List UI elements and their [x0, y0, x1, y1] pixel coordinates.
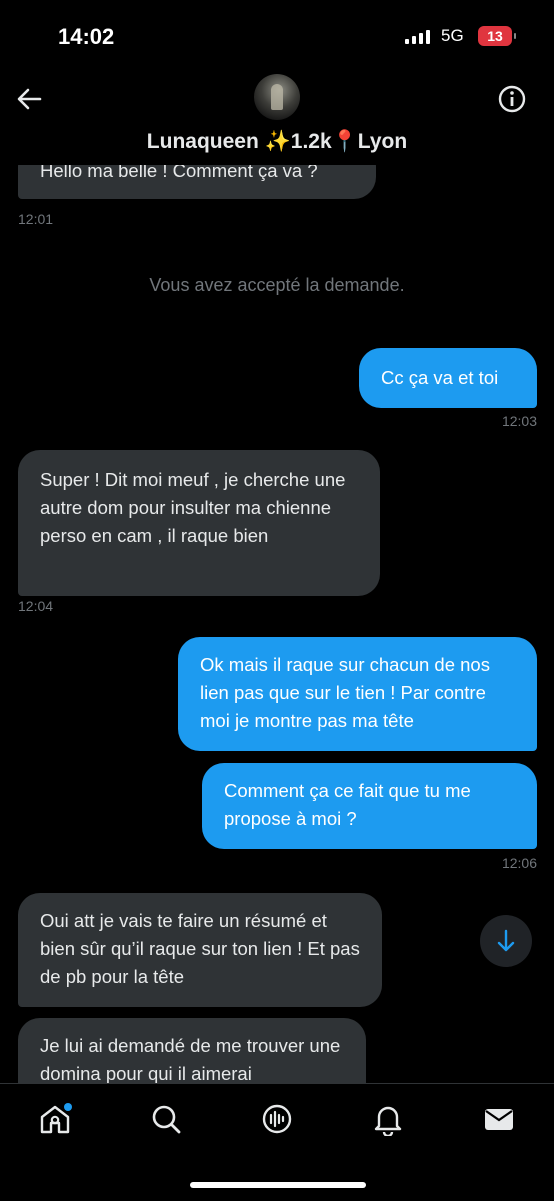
- message-outgoing[interactable]: Comment ça ce fait que tu me propose à m…: [202, 763, 537, 849]
- search-icon[interactable]: [149, 1102, 183, 1136]
- conversation-title[interactable]: Lunaqueen ✨1.2k📍Lyon: [0, 130, 554, 154]
- scroll-to-bottom-button[interactable]: [480, 915, 532, 967]
- message-timestamp: 12:04: [18, 598, 54, 614]
- back-arrow-icon[interactable]: [14, 84, 44, 114]
- message-timestamp: 12:01: [18, 211, 54, 227]
- bell-icon[interactable]: [371, 1102, 405, 1136]
- message-incoming[interactable]: Hello ma belle ! Comment ça va ?: [18, 165, 376, 199]
- message-timestamp: 12:06: [501, 855, 537, 871]
- battery-icon: 13: [478, 26, 516, 46]
- message-timestamp: 12:03: [501, 413, 537, 429]
- grok-icon[interactable]: [260, 1102, 294, 1136]
- network-label: 5G: [441, 26, 464, 45]
- status-time: 14:02: [58, 24, 115, 49]
- home-icon[interactable]: [38, 1102, 72, 1136]
- message-outgoing[interactable]: Cc ça va et toi: [359, 348, 537, 408]
- request-accepted-notice: Vous avez accepté la demande.: [149, 275, 405, 295]
- message-incoming[interactable]: Je lui ai demandé de me trouver une domi…: [18, 1018, 366, 1083]
- battery-level: 13: [487, 28, 503, 44]
- home-indicator: [190, 1182, 366, 1188]
- signal-icon: [405, 30, 430, 44]
- arrow-down-icon: [497, 929, 515, 952]
- info-icon[interactable]: [497, 84, 527, 114]
- mail-icon[interactable]: [482, 1102, 516, 1136]
- message-incoming[interactable]: Super ! Dit moi meuf , je cherche une au…: [18, 450, 380, 596]
- avatar[interactable]: [254, 74, 300, 120]
- message-incoming[interactable]: Oui att je vais te faire un résumé et bi…: [18, 893, 382, 1007]
- message-list[interactable]: Hello ma belle ! Comment ça va ? 12:01 V…: [0, 165, 554, 1083]
- message-outgoing[interactable]: Ok mais il raque sur chacun de nos lien …: [178, 637, 537, 751]
